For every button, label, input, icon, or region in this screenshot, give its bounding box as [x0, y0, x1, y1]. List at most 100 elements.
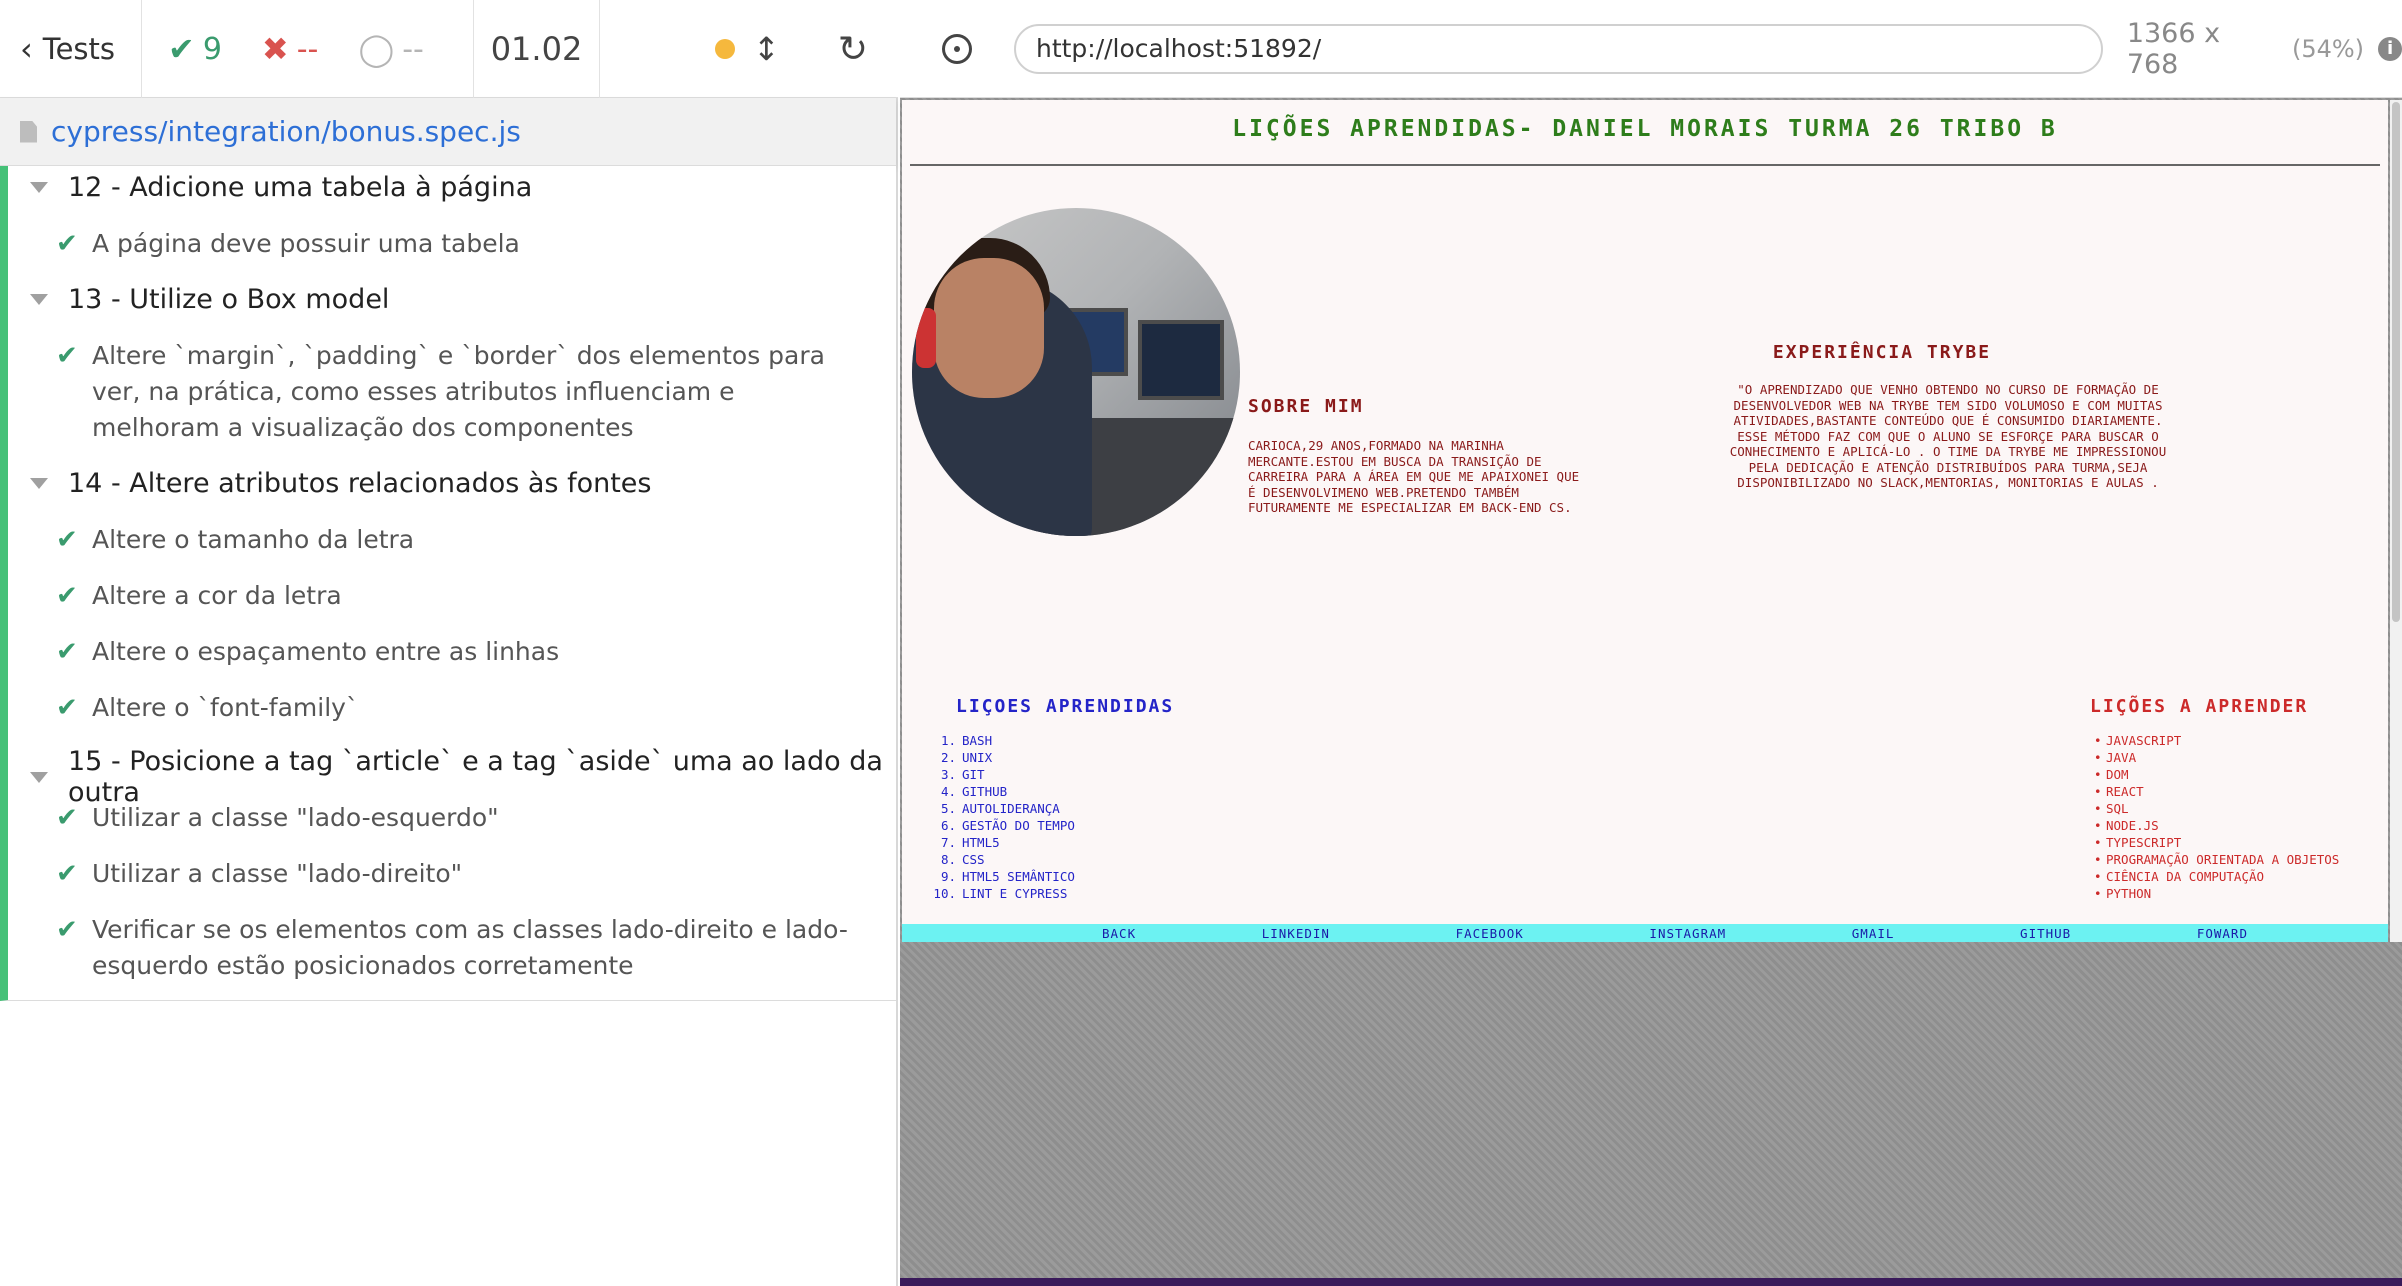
- footer-link-linkedin[interactable]: LinkedIn: [1262, 926, 1330, 941]
- test-title: Altere `margin`, `padding` e `border` do…: [92, 341, 825, 442]
- test-title: Utilizar a classe "lado-esquerdo": [92, 803, 499, 832]
- check-icon: ✔: [56, 229, 78, 259]
- check-icon: ✔: [56, 693, 78, 723]
- footer-link-github[interactable]: GitHub: [2020, 926, 2071, 941]
- learned-item: Bash: [962, 733, 993, 748]
- test-list: 12 - Adicione uma tabela à página ✔ A pá…: [0, 166, 896, 1001]
- test-item[interactable]: ✔ Altere `margin`, `padding` e `border` …: [56, 338, 852, 446]
- list-item: • Programação Orientada a Objetos: [2094, 852, 2340, 867]
- list-item: 5. Autoliderança: [940, 801, 1060, 816]
- list-item: • Ciência da Computação: [2094, 869, 2265, 884]
- to-learn-item: Programação Orientada a Objetos: [2106, 852, 2340, 867]
- list-item: 1. Bash: [940, 733, 993, 748]
- test-title: A página deve possuir uma tabela: [92, 229, 520, 258]
- photo-headset: [916, 308, 936, 368]
- to-learn-item: Java: [2106, 750, 2137, 765]
- test-item[interactable]: ✔ Altere o tamanho da letra: [56, 522, 852, 558]
- check-icon: ✔: [56, 637, 78, 667]
- test-item[interactable]: ✔ Altere o espaçamento entre as linhas: [56, 634, 852, 670]
- suite-15[interactable]: 15 - Posicione a tag `article` e a tag `…: [30, 746, 896, 808]
- to-learn-item: React: [2106, 784, 2144, 799]
- list-item: 9. HTML5 Semântico: [940, 869, 1075, 884]
- list-item: 3. Git: [940, 767, 985, 782]
- app-preview: LIÇÕES APRENDIDAS- DANIEL MORAIS TURMA 2…: [902, 100, 2388, 942]
- list-item: • Typescript: [2094, 835, 2182, 850]
- status-dot-icon: [715, 39, 736, 59]
- footer-link-back[interactable]: Back: [1102, 926, 1136, 941]
- window-bottom-edge: [900, 1278, 2402, 1286]
- test-title: Verificar se os elementos com as classes…: [92, 915, 848, 980]
- test-item[interactable]: ✔ Altere a cor da letra: [56, 578, 852, 614]
- test-title: Altere o tamanho da letra: [92, 525, 415, 554]
- scrollbar-thumb[interactable]: [2392, 102, 2400, 622]
- auto-scroll-toggle-icon[interactable]: ↕: [753, 30, 780, 68]
- check-icon: ✔: [56, 859, 78, 889]
- failed-stat[interactable]: ✖ --: [262, 30, 318, 68]
- test-title: Utilizar a classe "lado-direito": [92, 859, 463, 888]
- circle-notch-icon: ◯: [358, 30, 395, 68]
- check-icon: ✔: [56, 803, 78, 833]
- list-item: 8. CSS: [940, 852, 985, 867]
- suite-12[interactable]: 12 - Adicione uma tabela à página: [30, 172, 532, 203]
- test-stats: ✔ 9 ✖ -- ◯ --: [142, 0, 474, 98]
- preview-scrollbar[interactable]: [2390, 100, 2402, 942]
- learned-item: Gestão do tempo: [962, 818, 1075, 833]
- spec-file-link[interactable]: cypress/integration/bonus.spec.js: [51, 115, 521, 148]
- list-item: 7. HTML5: [940, 835, 1000, 850]
- check-icon: ✔: [56, 581, 78, 611]
- footer-link-gmail[interactable]: Gmail: [1852, 926, 1895, 941]
- duration: 01.02: [474, 0, 600, 98]
- footer-nav: Back LinkedIn Facebook Instagram Gmail G…: [902, 924, 2388, 942]
- list-item: • Python: [2094, 886, 2152, 901]
- to-learn-item: Ciência da Computação: [2106, 869, 2265, 884]
- suite-13[interactable]: 13 - Utilize o Box model: [30, 284, 389, 315]
- reporter-header: ‹ Tests ✔ 9 ✖ -- ◯ -- 01.02 ↕ ↻: [0, 0, 898, 98]
- info-icon[interactable]: i: [2378, 36, 2402, 61]
- learned-item: Github: [962, 784, 1008, 799]
- to-learn-item: DOM: [2106, 767, 2129, 782]
- learned-item: CSS: [962, 852, 985, 867]
- test-title: Altere o espaçamento entre as linhas: [92, 637, 560, 666]
- tests-button[interactable]: ‹ Tests: [0, 0, 142, 98]
- passed-stat[interactable]: ✔ 9: [168, 30, 222, 68]
- test-item[interactable]: ✔ Utilizar a classe "lado-esquerdo": [56, 800, 852, 836]
- photo-laptop: [1138, 320, 1224, 400]
- pending-count: --: [402, 31, 424, 67]
- tests-label: Tests: [42, 32, 116, 66]
- to-learn-heading: LIÇÕES A APRENDER: [2090, 696, 2309, 717]
- rerun-icon[interactable]: ↻: [838, 29, 868, 70]
- aut-area: LIÇÕES APRENDIDAS- DANIEL MORAIS TURMA 2…: [900, 98, 2402, 1286]
- test-item[interactable]: ✔ Altere o `font-family`: [56, 690, 852, 726]
- test-title: Altere a cor da letra: [92, 581, 342, 610]
- pending-stat[interactable]: ◯ --: [358, 30, 423, 68]
- learned-item: HTML5: [962, 835, 1000, 850]
- title-divider: [910, 164, 2380, 166]
- url-bar[interactable]: http://localhost:51892/: [1013, 23, 2103, 74]
- test-item[interactable]: ✔ A página deve possuir uma tabela: [56, 226, 852, 262]
- suite-14[interactable]: 14 - Altere atributos relacionados às fo…: [30, 468, 651, 499]
- check-icon: ✔: [56, 341, 78, 371]
- footer-link-foward[interactable]: Foward: [2197, 926, 2248, 941]
- chevron-left-icon: ‹: [20, 30, 33, 68]
- to-learn-item: SQL: [2106, 801, 2129, 816]
- selector-playground-icon[interactable]: [942, 33, 972, 64]
- learned-heading: LIÇOES APRENDIDAS: [956, 696, 1175, 717]
- list-item: • JavaScript: [2094, 733, 2182, 748]
- learned-item: Lint e Cypress: [962, 886, 1068, 901]
- test-item[interactable]: ✔ Utilizar a classe "lado-direito": [56, 856, 852, 892]
- to-learn-item: Python: [2106, 886, 2152, 901]
- list-item: • Java: [2094, 750, 2137, 765]
- viewport-size: 1366 x 768: [2126, 17, 2221, 80]
- trybe-text: "O aprendizado que venho obtendo no curs…: [1729, 382, 2167, 490]
- test-item[interactable]: ✔ Verificar se os elementos com as class…: [56, 912, 852, 984]
- learned-item: Git: [962, 767, 985, 782]
- aut-header: http://localhost:51892/ 1366 x 768 (54%)…: [900, 0, 2402, 98]
- list-item: • DOM: [2094, 767, 2129, 782]
- cross-icon: ✖: [261, 30, 289, 68]
- url-text: http://localhost:51892/: [1035, 34, 1322, 63]
- footer-link-facebook[interactable]: Facebook: [1456, 926, 1524, 941]
- profile-photo: [912, 208, 1240, 536]
- check-icon: ✔: [56, 915, 78, 945]
- learned-item: HTML5 Semântico: [962, 869, 1075, 884]
- footer-link-instagram[interactable]: Instagram: [1649, 926, 1726, 941]
